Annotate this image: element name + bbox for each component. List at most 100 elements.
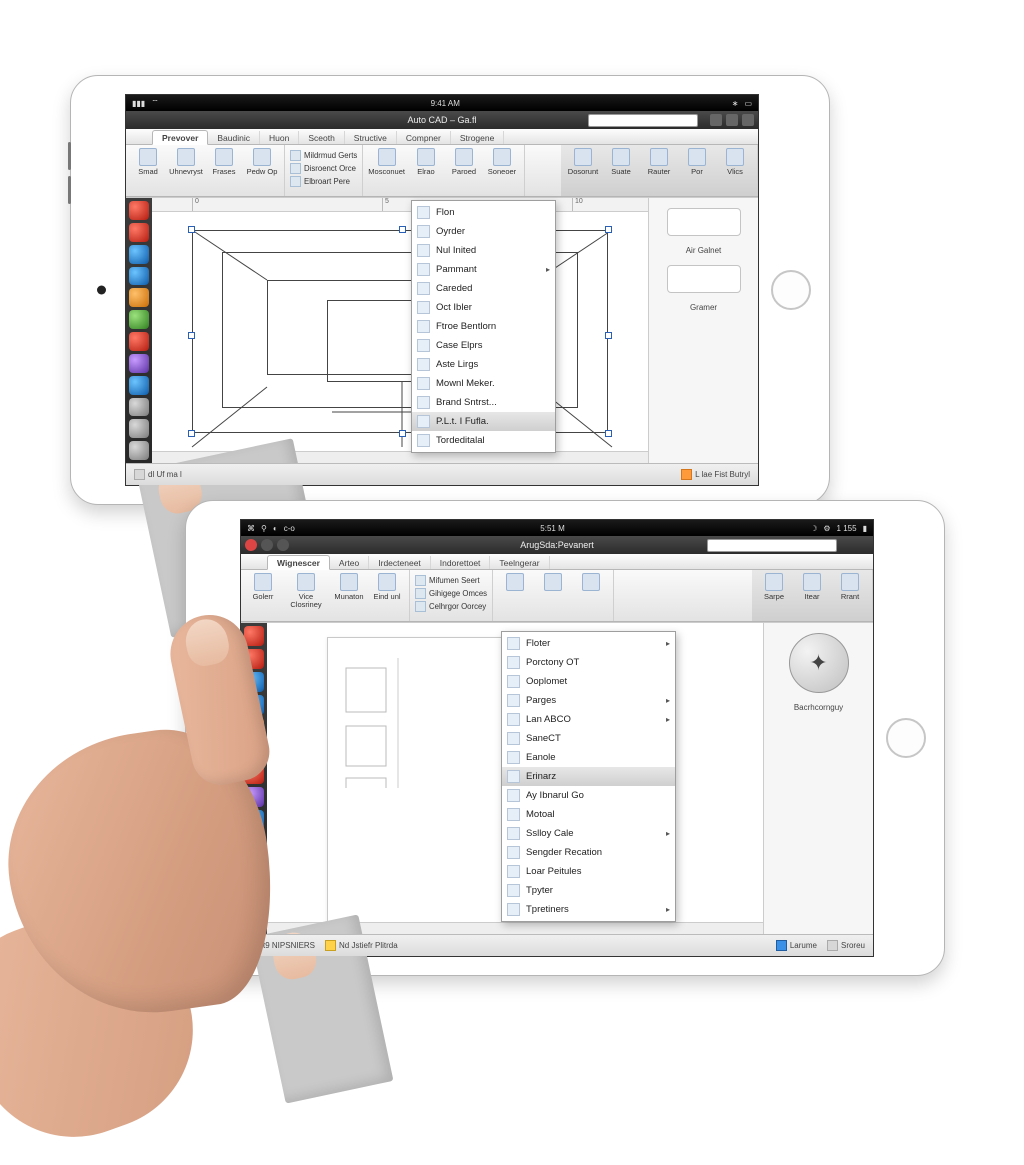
ribbon-mini-button[interactable]: Elbroart Pere xyxy=(290,176,357,187)
dock-tool-icon[interactable] xyxy=(129,376,149,395)
ribbon-button[interactable]: Suate xyxy=(604,148,638,176)
menu-item[interactable]: Parges▸ xyxy=(502,691,675,710)
dock-tool-icon[interactable] xyxy=(129,201,149,220)
dock-tool-icon[interactable] xyxy=(244,902,264,922)
ribbon-button[interactable]: Itear xyxy=(795,573,829,601)
traffic-max-icon[interactable] xyxy=(277,539,289,551)
ribbon-button[interactable]: Golerr xyxy=(246,573,280,601)
dock-tool-icon[interactable] xyxy=(244,879,264,899)
dock-tool-icon[interactable] xyxy=(244,741,264,761)
dock-tool-icon[interactable] xyxy=(244,787,264,807)
ribbon-tab[interactable]: Irdecteneet xyxy=(369,556,431,569)
menu-item[interactable]: Ftroe Bentlorn xyxy=(412,317,555,336)
resize-handle[interactable] xyxy=(188,430,195,437)
compass-widget[interactable]: ✦ xyxy=(789,633,849,693)
menu-item[interactable]: Porctony OT xyxy=(502,653,675,672)
resize-handle[interactable] xyxy=(399,430,406,437)
dock-tool-icon[interactable] xyxy=(244,764,264,784)
menu-item[interactable]: Lan ABCO▸ xyxy=(502,710,675,729)
menu-item[interactable]: Sengder Recation xyxy=(502,843,675,862)
ribbon-tab[interactable]: Compner xyxy=(397,131,451,144)
dock-tool-icon[interactable] xyxy=(244,626,264,646)
dock-tool-icon[interactable] xyxy=(244,649,264,669)
menu-item[interactable]: Case Elprs xyxy=(412,336,555,355)
dock-tool-icon[interactable] xyxy=(129,398,149,417)
home-button[interactable] xyxy=(886,718,926,758)
ribbon-tab[interactable]: Teelngerar xyxy=(490,556,549,569)
ribbon-tab[interactable]: Wignescer xyxy=(267,555,330,570)
horizontal-scrollbar[interactable] xyxy=(267,922,763,934)
ribbon-button[interactable]: Frases xyxy=(207,148,241,176)
ribbon-tab[interactable]: Structive xyxy=(345,131,397,144)
dock-tool-icon[interactable] xyxy=(129,332,149,351)
ribbon-button[interactable] xyxy=(574,573,608,593)
ribbon-tab[interactable]: Baudinic xyxy=(208,131,260,144)
ribbon-tab[interactable]: Huon xyxy=(260,131,299,144)
dock-tool-icon[interactable] xyxy=(244,833,264,853)
resize-handle[interactable] xyxy=(605,226,612,233)
traffic-close-icon[interactable] xyxy=(245,539,257,551)
thumbnail-card[interactable] xyxy=(667,265,741,293)
menu-item[interactable]: Careded xyxy=(412,279,555,298)
menu-item[interactable]: Aste Lirgs xyxy=(412,355,555,374)
menu-item[interactable]: Oct Ibler xyxy=(412,298,555,317)
menu-item[interactable]: Oyrder xyxy=(412,222,555,241)
menu-item[interactable]: Erinarz xyxy=(502,767,675,786)
dock-tool-icon[interactable] xyxy=(129,419,149,438)
dock-tool-icon[interactable] xyxy=(244,810,264,830)
dock-tool-icon[interactable] xyxy=(129,267,149,286)
ribbon-button[interactable]: Mosconuet xyxy=(368,148,405,176)
dock-tool-icon[interactable] xyxy=(244,672,264,692)
menu-item[interactable]: Ooplomet xyxy=(502,672,675,691)
ribbon-button[interactable]: Eind unl xyxy=(370,573,404,601)
menu-item[interactable]: P.L.t. I Fufla. xyxy=(412,412,555,431)
close-icon[interactable] xyxy=(742,114,754,126)
ribbon-button[interactable]: Smad xyxy=(131,148,165,176)
ribbon-button[interactable]: Dosorunt xyxy=(566,148,600,176)
dock-tool-icon[interactable] xyxy=(244,695,264,715)
ribbon-button[interactable]: Sarpe xyxy=(757,573,791,601)
drawing-canvas[interactable] xyxy=(152,212,648,463)
resize-handle[interactable] xyxy=(188,332,195,339)
menu-item[interactable]: Nul Inited xyxy=(412,241,555,260)
dock-tool-icon[interactable] xyxy=(244,856,264,876)
dock-tool-icon[interactable] xyxy=(129,441,149,460)
ribbon-button[interactable]: Rrant xyxy=(833,573,867,601)
ribbon-button[interactable]: Uhnevryst xyxy=(169,148,203,176)
ribbon-mini-button[interactable]: Mifumen Seert xyxy=(415,575,487,586)
menu-item[interactable]: Tpretiners▸ xyxy=(502,900,675,919)
ribbon-mini-button[interactable]: Gihigege Omces xyxy=(415,588,487,599)
ribbon-mini-button[interactable]: Mildrmud Gerts xyxy=(290,150,357,161)
menu-item[interactable]: Loar Peitules xyxy=(502,862,675,881)
dock-tool-icon[interactable] xyxy=(129,245,149,264)
dock-tool-icon[interactable] xyxy=(129,354,149,373)
ribbon-button[interactable]: Munaton xyxy=(332,573,366,601)
volume-up-button[interactable] xyxy=(68,142,71,170)
home-button[interactable] xyxy=(771,270,811,310)
dock-tool-icon[interactable] xyxy=(244,718,264,738)
ribbon-tab[interactable]: Arteo xyxy=(330,556,369,569)
dock-tool-icon[interactable] xyxy=(129,310,149,329)
ribbon-tab[interactable]: Indorettoet xyxy=(431,556,491,569)
ribbon-mini-button[interactable]: Disroenct Orce xyxy=(290,163,357,174)
menu-item[interactable]: Sslloy Cale▸ xyxy=(502,824,675,843)
thumbnail-card[interactable] xyxy=(667,208,741,236)
ribbon-button[interactable]: Elrao xyxy=(409,148,443,176)
menu-item[interactable]: SaneCT xyxy=(502,729,675,748)
max-icon[interactable] xyxy=(726,114,738,126)
ribbon-button[interactable]: Rauter xyxy=(642,148,676,176)
ribbon-tab[interactable]: Prevover xyxy=(152,130,208,145)
menu-item[interactable]: Tordeditalal xyxy=(412,431,555,450)
ribbon-mini-button[interactable]: Celhrgor Oorcey xyxy=(415,601,487,612)
ribbon-button[interactable]: Pedw Op xyxy=(245,148,279,176)
menu-item[interactable]: Ay Ibnarul Go xyxy=(502,786,675,805)
search-input[interactable] xyxy=(588,114,698,127)
horizontal-scrollbar[interactable] xyxy=(152,451,648,463)
search-input[interactable] xyxy=(707,539,837,552)
ribbon-button[interactable] xyxy=(498,573,532,593)
menu-item[interactable]: Floter▸ xyxy=(502,634,675,653)
dock-tool-icon[interactable] xyxy=(129,288,149,307)
resize-handle[interactable] xyxy=(605,430,612,437)
ribbon-button[interactable]: Paroed xyxy=(447,148,481,176)
menu-item[interactable]: Mownl Meker. xyxy=(412,374,555,393)
